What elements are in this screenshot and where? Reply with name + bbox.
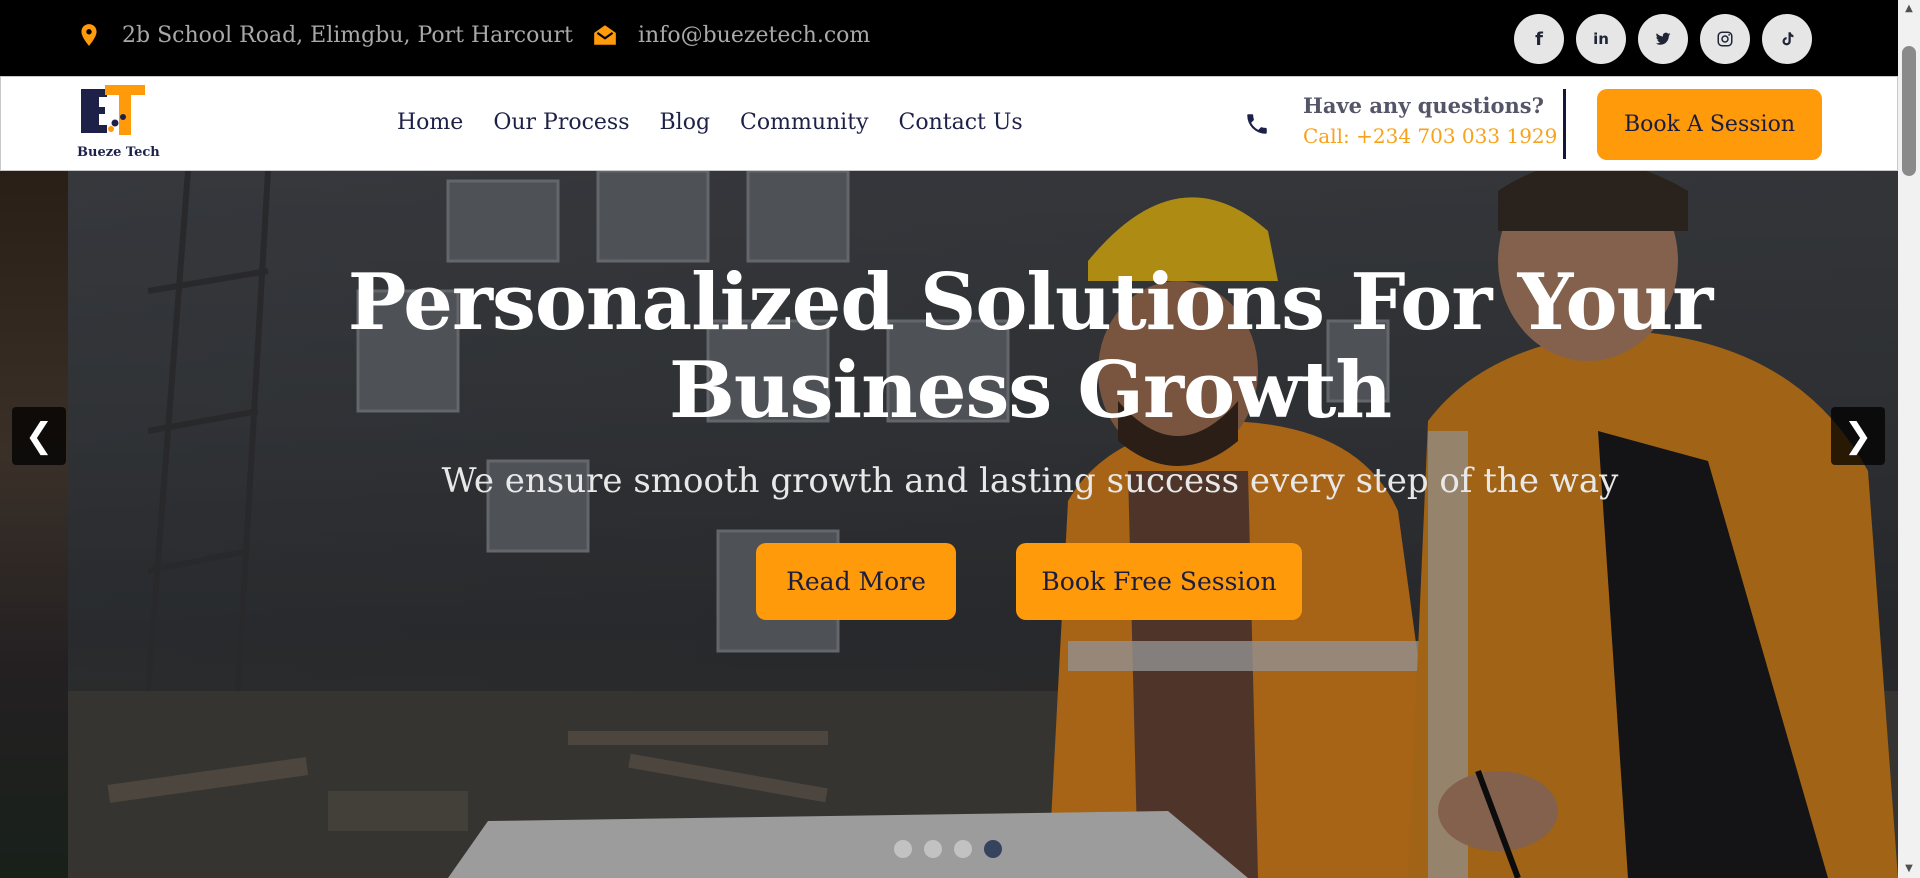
header-divider: [1563, 89, 1566, 159]
questions-phone[interactable]: Call: +234 703 033 1929: [1303, 124, 1557, 148]
next-slide-button[interactable]: ❯: [1831, 407, 1885, 465]
linkedin-icon[interactable]: in: [1576, 14, 1626, 64]
slide-indicators: [894, 840, 1002, 858]
book-free-session-button[interactable]: Book Free Session: [1016, 543, 1302, 620]
instagram-icon[interactable]: [1700, 14, 1750, 64]
address-text: 2b School Road, Elimgbu, Port Harcourt: [122, 22, 573, 48]
email-contact[interactable]: info@buezetech.com: [592, 22, 870, 48]
address-contact: 2b School Road, Elimgbu, Port Harcourt: [76, 22, 573, 48]
questions-block: Have any questions? Call: +234 703 033 1…: [1303, 93, 1557, 148]
read-more-button[interactable]: Read More: [756, 543, 956, 620]
tiktok-icon[interactable]: [1762, 14, 1812, 64]
nav-item-our-process[interactable]: Our Process: [493, 110, 629, 135]
nav-item-community[interactable]: Community: [740, 110, 868, 135]
email-text[interactable]: info@buezetech.com: [638, 23, 870, 48]
book-session-button[interactable]: Book A Session: [1597, 89, 1822, 160]
top-bar: 2b School Road, Elimgbu, Port Harcourt i…: [0, 0, 1898, 76]
hero-title: Personalized Solutions For Your Business…: [347, 257, 1714, 436]
hero-subtitle: We ensure smooth growth and lasting succ…: [441, 461, 1619, 501]
nav-item-home[interactable]: Home: [397, 110, 463, 135]
scroll-down-arrow-icon[interactable]: ▼: [1898, 860, 1920, 878]
logo-text: Bueze Tech: [77, 145, 160, 160]
previous-slide-button[interactable]: ❮: [12, 407, 66, 465]
scrollbar-thumb[interactable]: [1902, 46, 1916, 176]
slide-dot-2[interactable]: [924, 840, 942, 858]
phone-icon: [1247, 114, 1267, 134]
page-scrollbar[interactable]: ▲ ▼: [1898, 0, 1920, 878]
site-header: Bueze Tech Home Our Process Blog Communi…: [0, 76, 1898, 171]
envelope-open-icon: [594, 25, 616, 45]
tiktok-glyph: [1782, 32, 1794, 46]
nav-item-contact-us[interactable]: Contact Us: [899, 110, 1023, 135]
twitter-icon[interactable]: [1638, 14, 1688, 64]
hero-slider: Personalized Solutions For Your Business…: [0, 171, 1898, 878]
slide-dot-3[interactable]: [954, 840, 972, 858]
social-links: f in: [1514, 14, 1812, 64]
facebook-icon[interactable]: f: [1514, 14, 1564, 64]
twitter-bird-glyph: [1655, 32, 1671, 45]
location-pin-icon: [81, 24, 97, 46]
slide-dot-1[interactable]: [894, 840, 912, 858]
questions-title: Have any questions?: [1303, 93, 1544, 118]
main-nav: Home Our Process Blog Community Contact …: [397, 110, 1023, 135]
previous-slide-peek: [0, 171, 68, 878]
slide-dot-4[interactable]: [984, 840, 1002, 858]
instagram-glyph: [1717, 31, 1733, 47]
scroll-up-arrow-icon[interactable]: ▲: [1898, 0, 1920, 18]
nav-item-blog[interactable]: Blog: [660, 110, 711, 135]
